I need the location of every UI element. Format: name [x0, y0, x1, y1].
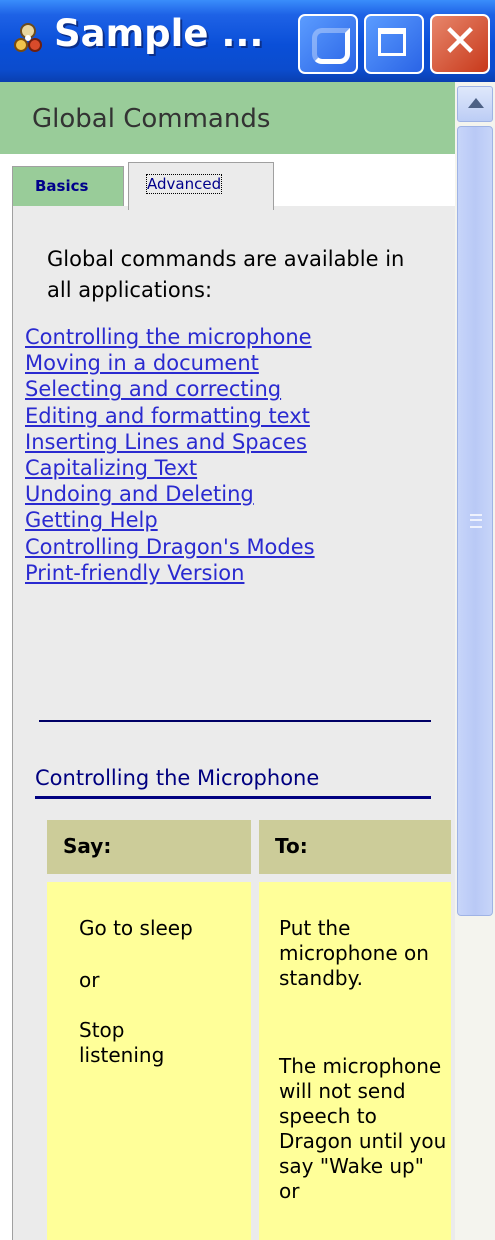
tab-advanced[interactable]: Advanced	[128, 162, 274, 210]
close-icon: ✕	[441, 16, 479, 67]
say-phrase: Go to sleep	[79, 916, 193, 940]
to-description-2: The microphone will not send speech to D…	[279, 1054, 447, 1203]
table-header-say-label: Say:	[63, 834, 112, 858]
link-inserting-lines-spaces[interactable]: Inserting Lines and Spaces	[25, 429, 445, 455]
link-dragon-modes[interactable]: Controlling Dragon's Modes	[25, 534, 445, 560]
scroll-thumb[interactable]	[457, 126, 493, 916]
topic-links: Controlling the microphone Moving in a d…	[25, 324, 445, 586]
link-getting-help[interactable]: Getting Help	[25, 507, 445, 533]
tab-panel: Global commands are available in all app…	[12, 206, 455, 1240]
minimize-button[interactable]	[298, 14, 358, 74]
close-button[interactable]: ✕	[430, 14, 490, 74]
table-header-to: To:	[259, 820, 451, 874]
maximize-icon	[378, 28, 406, 56]
minimize-icon	[312, 28, 350, 64]
say-or: or	[79, 968, 100, 992]
intro-text: Global commands are available in all app…	[47, 247, 405, 302]
help-content: Global Commands Basics Advanced Global c…	[0, 82, 455, 1240]
chevron-up-icon	[468, 98, 484, 108]
title-bar[interactable]: Sample ... ✕	[0, 0, 495, 82]
link-editing-formatting[interactable]: Editing and formatting text	[25, 403, 445, 429]
link-undoing-deleting[interactable]: Undoing and Deleting	[25, 481, 445, 507]
link-capitalizing-text[interactable]: Capitalizing Text	[25, 455, 445, 481]
link-print-friendly[interactable]: Print-friendly Version	[25, 560, 445, 586]
to-description-1: Put the microphone on standby.	[279, 916, 429, 990]
table-cell-to: Put the microphone on standby. The micro…	[259, 882, 451, 1240]
section-divider	[39, 720, 431, 722]
page-header: Global Commands	[0, 82, 455, 154]
command-table: Say: To: Go to sleep or Stop listening P…	[47, 820, 451, 1240]
scroll-up-button[interactable]	[457, 86, 493, 122]
dragon-app-icon[interactable]	[12, 22, 44, 54]
tab-basics[interactable]: Basics	[12, 166, 124, 206]
table-header-to-label: To:	[275, 834, 308, 858]
say-phrase-alt: Stop listening	[79, 1018, 165, 1067]
window-title: Sample ...	[54, 12, 264, 55]
section-title: Controlling the Microphone	[35, 766, 431, 799]
table-cell-say: Go to sleep or Stop listening	[47, 882, 251, 1240]
tab-advanced-label: Advanced	[145, 174, 223, 194]
maximize-button[interactable]	[364, 14, 424, 74]
link-moving-in-document[interactable]: Moving in a document	[25, 350, 445, 376]
link-controlling-microphone[interactable]: Controlling the microphone	[25, 324, 445, 350]
table-header-say: Say:	[47, 820, 251, 874]
link-selecting-correcting[interactable]: Selecting and correcting	[25, 376, 445, 402]
vertical-scrollbar[interactable]	[455, 82, 495, 1240]
tab-basics-label: Basics	[35, 177, 89, 195]
page-title: Global Commands	[32, 104, 271, 134]
grip-icon	[470, 514, 482, 528]
